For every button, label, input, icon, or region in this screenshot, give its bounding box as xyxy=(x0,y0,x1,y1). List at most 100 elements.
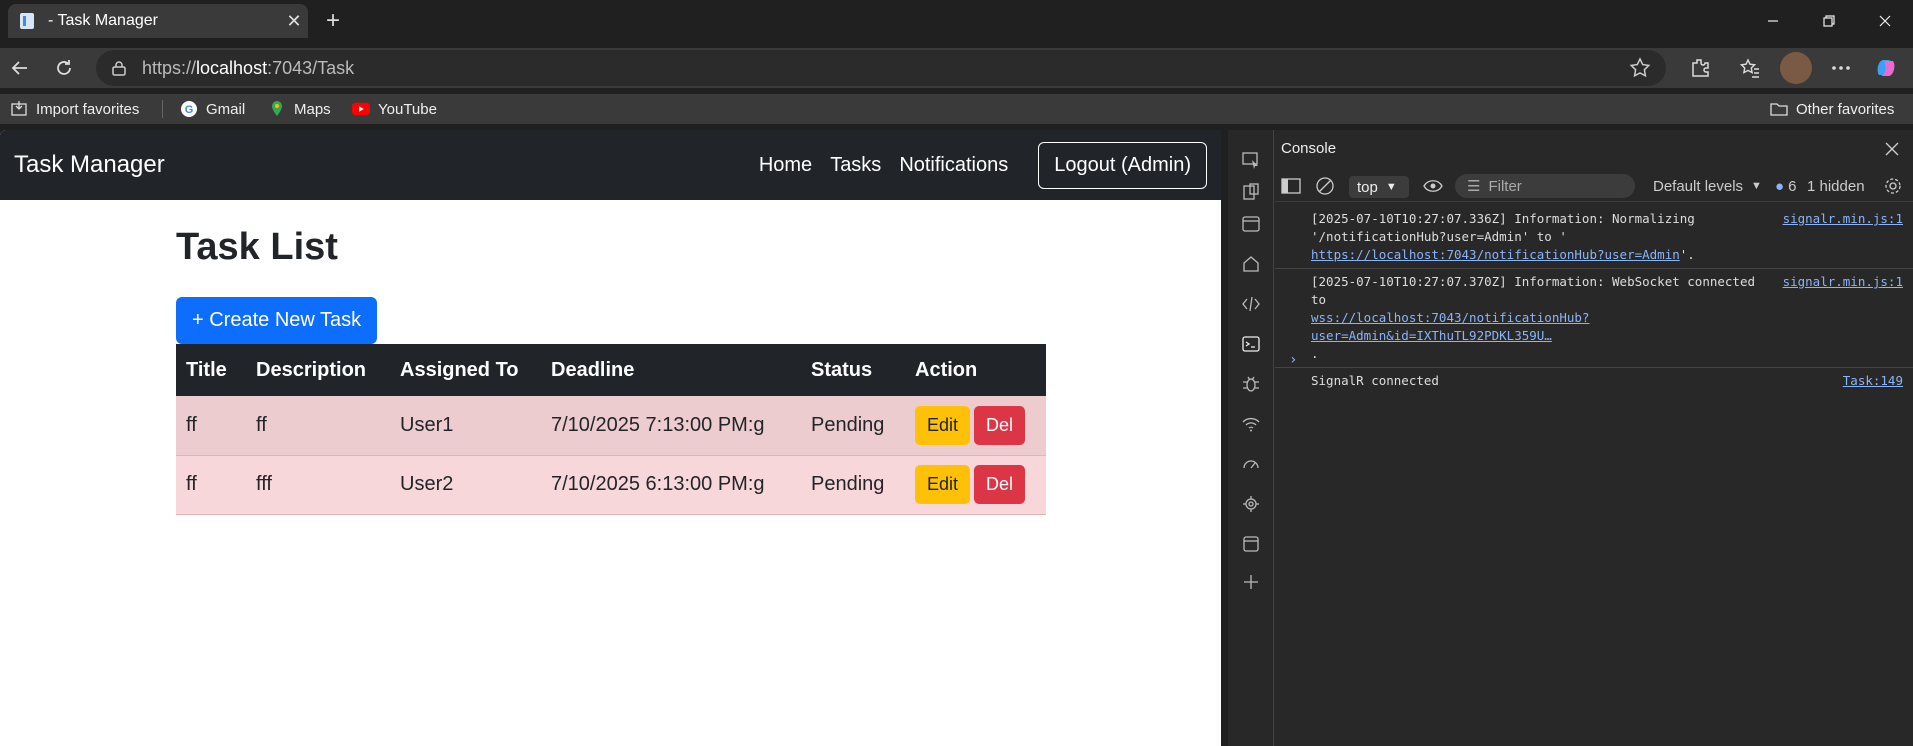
url-text: https://localhost:7043/Task xyxy=(142,57,355,78)
col-description: Description xyxy=(246,344,390,396)
cell-deadline: 7/10/2025 7:13:00 PM:g xyxy=(541,396,801,456)
back-icon[interactable] xyxy=(4,52,36,84)
log-source-link[interactable]: signalr.min.js:1 xyxy=(1783,273,1903,291)
extensions-icon[interactable] xyxy=(1686,54,1714,82)
browser-toolbar: https://localhost:7043/Task xyxy=(0,48,1913,88)
close-tab-icon[interactable]: ✕ xyxy=(280,7,308,35)
home-icon[interactable] xyxy=(1239,252,1263,276)
svg-text:G: G xyxy=(185,104,194,116)
cell-status: Pending xyxy=(801,455,905,515)
live-expression-eye-icon[interactable] xyxy=(1423,175,1443,197)
new-tab-icon[interactable]: + xyxy=(318,6,348,36)
elements-icon[interactable] xyxy=(1239,292,1263,316)
console-log-list: [2025-07-10T10:27:07.336Z] Information: … xyxy=(1275,206,1913,394)
bookmark-maps[interactable]: Maps xyxy=(268,98,331,120)
col-assigned: Assigned To xyxy=(390,344,541,396)
edit-button[interactable]: Edit xyxy=(915,405,971,445)
filter-icon: ☰ xyxy=(1467,178,1481,195)
console-toolbar: top ▼ ☰ Filter Default levels ▼ ● 6 1 hidden xyxy=(1275,170,1913,202)
sidebar-toggle-icon[interactable] xyxy=(1281,175,1301,197)
performance-gauge-icon[interactable] xyxy=(1239,452,1263,476)
folder-icon xyxy=(1770,100,1788,118)
google-icon: G xyxy=(180,100,198,118)
bookmark-label: Gmail xyxy=(206,100,246,118)
clear-console-icon[interactable] xyxy=(1315,175,1335,197)
bookmark-label: Other favorites xyxy=(1796,100,1895,118)
restore-icon[interactable] xyxy=(1806,6,1852,36)
bookmark-import-favorites[interactable]: Import favorites xyxy=(10,98,139,120)
network-wifi-icon[interactable] xyxy=(1239,412,1263,436)
context-select[interactable]: top ▼ xyxy=(1349,176,1409,198)
table-header-row: Title Description Assigned To Deadline S… xyxy=(176,344,1046,396)
nav-notifications[interactable]: Notifications xyxy=(899,154,1008,177)
col-status: Status xyxy=(801,344,905,396)
page-favicon-icon xyxy=(20,13,34,29)
favorite-star-icon[interactable] xyxy=(1628,56,1652,80)
page-title: Task List xyxy=(176,226,338,268)
devtools-activity-bar xyxy=(1228,130,1274,746)
debugger-bug-icon[interactable] xyxy=(1239,372,1263,396)
profile-avatar[interactable] xyxy=(1780,52,1812,84)
bookmark-separator xyxy=(162,100,163,118)
log-source-link[interactable]: Task:149 xyxy=(1843,372,1903,390)
delete-button[interactable]: Del xyxy=(974,465,1026,504)
log-levels-dropdown[interactable]: Default levels ▼ xyxy=(1653,175,1762,197)
bookmark-other-favorites[interactable]: Other favorites xyxy=(1770,98,1894,120)
cell-title: ff xyxy=(176,396,246,456)
close-devtools-icon[interactable] xyxy=(1881,138,1903,160)
lock-icon xyxy=(112,61,126,76)
device-emulation-icon[interactable] xyxy=(1239,180,1263,204)
log-source-link[interactable]: signalr.min.js:1 xyxy=(1783,210,1903,228)
bookmark-label: Maps xyxy=(294,100,331,118)
main-container: Task List + Create New Task Title Descri… xyxy=(176,226,1046,515)
log-url-link[interactable]: wss://localhost:7043/notificationHub?use… xyxy=(1311,310,1589,343)
tab-title: - Task Manager xyxy=(48,12,158,29)
inspect-icon[interactable] xyxy=(1239,148,1263,172)
more-options-icon[interactable] xyxy=(1827,54,1855,82)
console-message: [2025-07-10T10:27:07.336Z] Information: … xyxy=(1275,206,1913,269)
delete-button[interactable]: Del xyxy=(974,405,1026,445)
youtube-icon xyxy=(352,100,370,118)
site-brand[interactable]: Task Manager xyxy=(14,151,165,179)
cell-assigned: User2 xyxy=(390,455,541,515)
bookmark-label: YouTube xyxy=(378,100,437,118)
col-title: Title xyxy=(176,344,246,396)
close-window-icon[interactable] xyxy=(1862,6,1908,36)
minimize-icon[interactable] xyxy=(1750,6,1796,36)
issues-counter[interactable]: ● 6 xyxy=(1775,175,1796,197)
memory-chip-icon[interactable] xyxy=(1239,492,1263,516)
more-tools-plus-icon[interactable] xyxy=(1239,570,1263,594)
table-row: ff fff User2 7/10/2025 6:13:00 PM:g Pend… xyxy=(176,455,1046,515)
favorites-icon[interactable] xyxy=(1736,54,1764,82)
console-prompt-chevron-icon[interactable]: › xyxy=(1289,352,1297,368)
console-title: Console xyxy=(1281,140,1337,157)
bookmark-gmail[interactable]: G Gmail xyxy=(180,98,245,120)
create-task-button[interactable]: + Create New Task xyxy=(176,297,378,344)
console-filter-input[interactable]: ☰ Filter xyxy=(1455,174,1635,198)
log-url-link[interactable]: https://localhost:7043/notificationHub?u… xyxy=(1311,247,1680,262)
nav-tasks[interactable]: Tasks xyxy=(830,154,881,177)
import-favorites-icon xyxy=(10,100,28,118)
address-bar[interactable]: https://localhost:7043/Task xyxy=(96,50,1666,86)
nav-home[interactable]: Home xyxy=(759,154,812,177)
console-settings-gear-icon[interactable] xyxy=(1883,175,1903,197)
chevron-down-icon: ▼ xyxy=(1751,180,1762,192)
cell-description: fff xyxy=(246,455,390,515)
site-navbar: Task Manager Home Tasks Notifications Lo… xyxy=(0,130,1221,200)
logout-button[interactable]: Logout (Admin) xyxy=(1038,141,1207,189)
console-icon[interactable] xyxy=(1239,332,1263,356)
cell-deadline: 7/10/2025 6:13:00 PM:g xyxy=(541,455,801,515)
console-message: SignalR connected Task:149 xyxy=(1311,372,1903,390)
edit-button[interactable]: Edit xyxy=(915,465,971,504)
copilot-icon[interactable] xyxy=(1872,54,1900,82)
hidden-count: 1 hidden xyxy=(1807,177,1865,195)
application-icon[interactable] xyxy=(1239,532,1263,556)
reload-icon[interactable] xyxy=(48,52,80,84)
browser-tab[interactable]: - Task Manager ✕ xyxy=(8,4,308,38)
bookmark-youtube[interactable]: YouTube xyxy=(352,98,437,120)
welcome-icon[interactable] xyxy=(1239,212,1263,236)
maps-pin-icon xyxy=(268,100,286,118)
col-deadline: Deadline xyxy=(541,344,801,396)
col-action: Action xyxy=(905,344,1046,396)
console-panel: Console top ▼ ☰ Filter Default levels ▼ ● 6 … xyxy=(1275,130,1913,746)
